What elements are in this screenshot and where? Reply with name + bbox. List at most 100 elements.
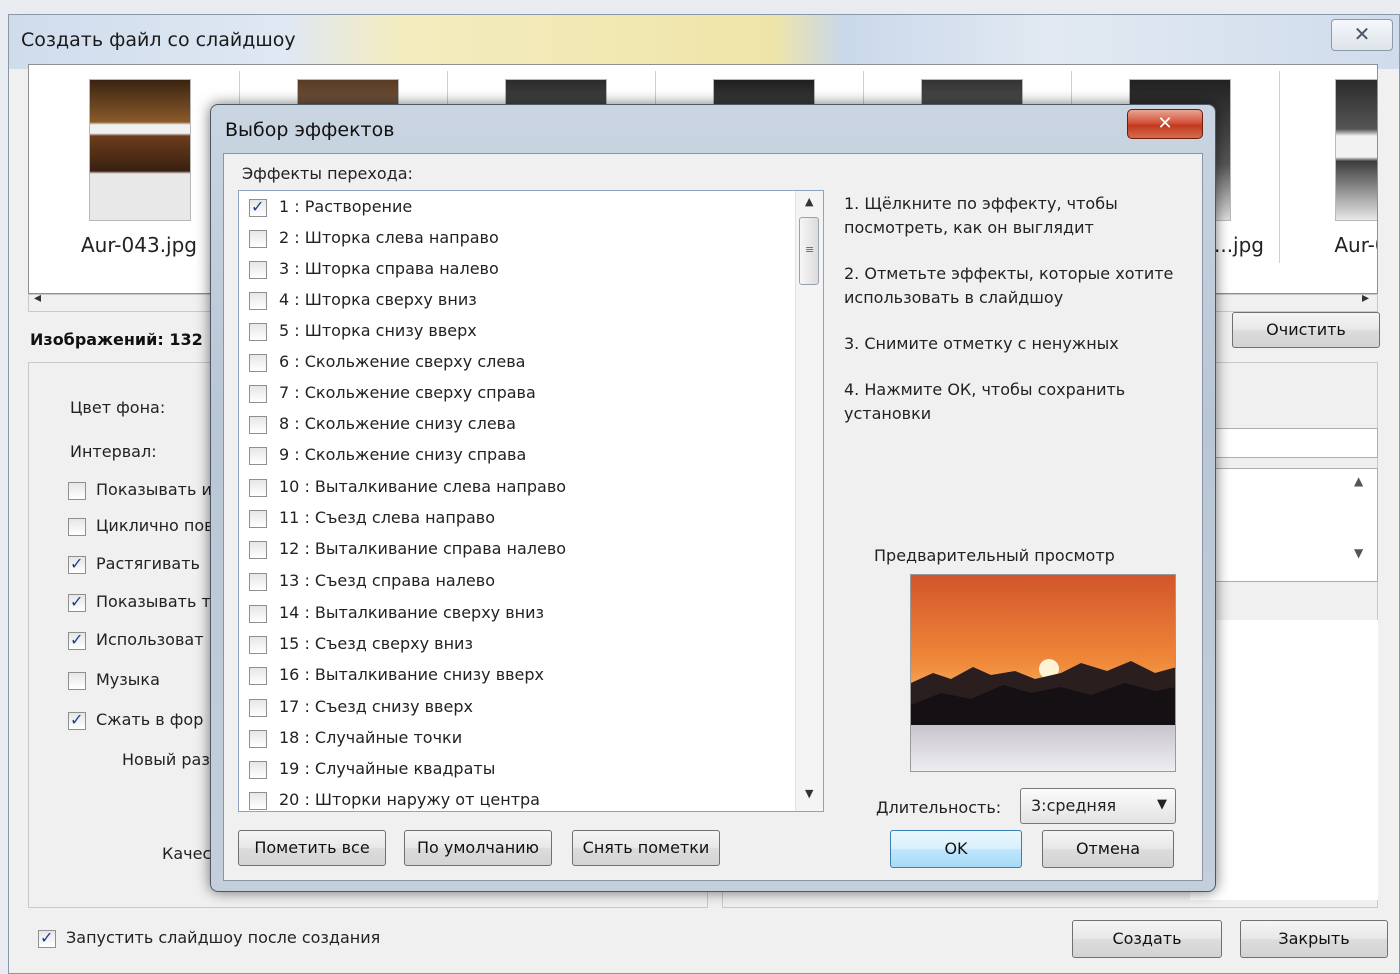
effect-label: 7 : Скольжение сверху справа bbox=[279, 383, 536, 402]
effect-checkbox[interactable] bbox=[249, 636, 267, 654]
scroll-left-icon[interactable]: ◂ bbox=[34, 290, 41, 306]
effects-list[interactable]: 1 : Растворение 2 : Шторка слева направо… bbox=[238, 190, 824, 812]
images-count: Изображений: 132 bbox=[30, 330, 203, 349]
effect-checkbox[interactable] bbox=[249, 510, 267, 528]
duration-select[interactable]: 3:средняя ▼ bbox=[1020, 788, 1176, 824]
option-label-2: Растягивать bbox=[96, 554, 200, 573]
effect-label: 10 : Выталкивание слева направо bbox=[279, 477, 567, 496]
scroll-down-icon[interactable]: ▼ bbox=[805, 787, 813, 800]
preview-image bbox=[910, 574, 1176, 772]
option-checkbox-0[interactable] bbox=[68, 482, 86, 500]
effect-label: 3 : Шторка справа налево bbox=[279, 259, 499, 278]
effect-item[interactable]: 12 : Выталкивание справа налево bbox=[245, 535, 785, 565]
effect-item[interactable]: 10 : Выталкивание слева направо bbox=[245, 473, 785, 503]
clear-button[interactable]: Очистить bbox=[1232, 312, 1380, 348]
quality-label: Качес bbox=[162, 844, 212, 863]
chevron-down-icon: ▼ bbox=[1157, 797, 1167, 812]
effect-item[interactable]: 6 : Скольжение сверху слева bbox=[245, 348, 785, 378]
effect-item[interactable]: 15 : Съезд сверху вниз bbox=[245, 630, 785, 660]
effect-checkbox[interactable] bbox=[249, 761, 267, 779]
main-window-title: Создать файл со слайдшоу bbox=[21, 29, 296, 51]
option-label-3: Показывать т bbox=[96, 592, 211, 611]
run-after-checkbox[interactable] bbox=[38, 928, 56, 948]
effect-item[interactable]: 17 : Съезд снизу вверх bbox=[245, 693, 785, 723]
option-checkbox-5[interactable] bbox=[68, 672, 86, 690]
effect-item[interactable]: 9 : Скольжение снизу справа bbox=[245, 441, 785, 471]
effect-item[interactable]: 14 : Выталкивание сверху вниз bbox=[245, 599, 785, 629]
instruction-2: 2. Отметьте эффекты, которые хотите испо… bbox=[844, 264, 1174, 307]
close-button[interactable]: Закрыть bbox=[1240, 920, 1388, 958]
run-after-label: Запустить слайдшоу после создания bbox=[66, 928, 381, 947]
mark-all-button[interactable]: Пометить все bbox=[238, 830, 386, 866]
effect-checkbox[interactable] bbox=[249, 699, 267, 717]
option-checkbox-6[interactable] bbox=[68, 710, 86, 730]
effect-label: 17 : Съезд снизу вверх bbox=[279, 697, 473, 716]
option-checkbox-3[interactable] bbox=[68, 592, 86, 612]
effect-label: 15 : Съезд сверху вниз bbox=[279, 634, 473, 653]
effect-checkbox[interactable] bbox=[249, 541, 267, 559]
effect-item[interactable]: 4 : Шторка сверху вниз bbox=[245, 286, 785, 316]
option-checkbox-4[interactable] bbox=[68, 630, 86, 650]
thumbnail-item[interactable]: Aur-0 bbox=[1291, 71, 1377, 263]
effect-item[interactable]: 1 : Растворение bbox=[245, 193, 785, 223]
effect-checkbox[interactable] bbox=[249, 416, 267, 434]
main-titlebar: Создать файл со слайдшоу ✕ bbox=[9, 15, 1399, 69]
effect-checkbox[interactable] bbox=[249, 605, 267, 623]
effect-item[interactable]: 13 : Съезд справа налево bbox=[245, 567, 785, 597]
effect-label: 14 : Выталкивание сверху вниз bbox=[279, 603, 545, 622]
effect-item[interactable]: 20 : Шторки наружу от центра bbox=[245, 786, 785, 811]
effect-checkbox[interactable] bbox=[249, 354, 267, 372]
unmark-button[interactable]: Снять пометки bbox=[572, 830, 720, 866]
effect-checkbox[interactable] bbox=[249, 447, 267, 465]
create-button[interactable]: Создать bbox=[1072, 920, 1222, 958]
scroll-up-icon[interactable]: ▲ bbox=[1354, 474, 1363, 488]
scroll-right-icon[interactable]: ▸ bbox=[1362, 290, 1369, 306]
effect-checkbox[interactable] bbox=[249, 573, 267, 591]
effect-item[interactable]: 5 : Шторка снизу вверх bbox=[245, 317, 785, 347]
ok-button[interactable]: OK bbox=[890, 830, 1022, 868]
right-panel-area bbox=[1190, 620, 1378, 900]
option-checkbox-2[interactable] bbox=[68, 554, 86, 574]
default-button[interactable]: По умолчанию bbox=[404, 830, 552, 866]
thumbnail-image bbox=[1335, 79, 1377, 221]
effect-checkbox[interactable] bbox=[249, 292, 267, 310]
effect-item[interactable]: 18 : Случайные точки bbox=[245, 724, 785, 754]
right-text-input[interactable] bbox=[1190, 428, 1378, 458]
dialog-close-button[interactable]: ✕ bbox=[1127, 109, 1203, 139]
effect-item[interactable]: 2 : Шторка слева направо bbox=[245, 224, 785, 254]
option-label-4: Использоват bbox=[96, 630, 204, 649]
effect-item[interactable]: 19 : Случайные квадраты bbox=[245, 755, 785, 785]
main-close-button[interactable]: ✕ bbox=[1331, 19, 1393, 51]
effect-label: 13 : Съезд справа налево bbox=[279, 571, 495, 590]
effect-label: 4 : Шторка сверху вниз bbox=[279, 290, 477, 309]
thumbnail-label: Aur-0 bbox=[1334, 233, 1377, 257]
effect-item[interactable]: 11 : Съезд слева направо bbox=[245, 504, 785, 534]
effect-checkbox[interactable] bbox=[249, 792, 267, 810]
effect-label: 5 : Шторка снизу вверх bbox=[279, 321, 477, 340]
effect-checkbox[interactable] bbox=[249, 230, 267, 248]
effect-item[interactable]: 3 : Шторка справа налево bbox=[245, 255, 785, 285]
effect-label: 19 : Случайные квадраты bbox=[279, 759, 496, 778]
scroll-down-icon[interactable]: ▼ bbox=[1354, 546, 1363, 560]
right-listbox[interactable] bbox=[1190, 468, 1378, 582]
new-size-label: Новый раз bbox=[122, 750, 210, 769]
effect-item[interactable]: 16 : Выталкивание снизу вверх bbox=[245, 661, 785, 691]
effect-checkbox[interactable] bbox=[249, 479, 267, 497]
scroll-up-icon[interactable]: ▲ bbox=[805, 195, 813, 208]
effect-checkbox[interactable] bbox=[249, 323, 267, 341]
effect-item[interactable]: 8 : Скольжение снизу слева bbox=[245, 410, 785, 440]
bg-color-label: Цвет фона: bbox=[70, 398, 166, 417]
cancel-button[interactable]: Отмена bbox=[1042, 830, 1174, 868]
effect-checkbox[interactable] bbox=[249, 385, 267, 403]
effect-label: 16 : Выталкивание снизу вверх bbox=[279, 665, 545, 684]
option-label-6: Сжать в фор bbox=[96, 710, 204, 729]
effect-checkbox[interactable] bbox=[249, 730, 267, 748]
effect-label: 2 : Шторка слева направо bbox=[279, 228, 499, 247]
effect-checkbox[interactable] bbox=[249, 667, 267, 685]
effect-checkbox[interactable] bbox=[249, 197, 267, 217]
effect-label: 8 : Скольжение снизу слева bbox=[279, 414, 516, 433]
option-checkbox-1[interactable] bbox=[68, 518, 86, 536]
effect-checkbox[interactable] bbox=[249, 261, 267, 279]
instruction-3: 3. Снимите отметку с ненужных bbox=[844, 334, 1119, 353]
effect-item[interactable]: 7 : Скольжение сверху справа bbox=[245, 379, 785, 409]
